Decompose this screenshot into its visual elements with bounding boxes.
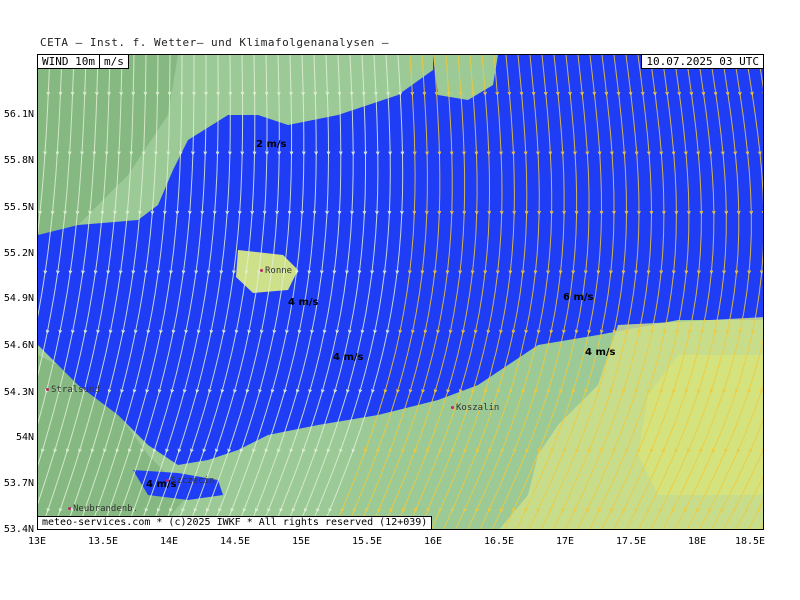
- lat-tick: 55.5N: [3, 202, 34, 213]
- lon-tick: 16E: [423, 536, 443, 547]
- map-datetime: 10.07.2025 03 UTC: [641, 55, 763, 69]
- lat-tick: 55.2N: [3, 248, 34, 259]
- speed-label: 6 m/s: [563, 292, 594, 303]
- lon-tick: 15.5E: [351, 536, 383, 547]
- city-dot-icon: [260, 269, 263, 272]
- city-dot-icon: [68, 507, 71, 510]
- city-szczecin: Szczecin: [166, 476, 214, 486]
- speed-label: 4 m/s: [585, 347, 616, 358]
- lon-tick: 18.5E: [734, 536, 766, 547]
- city-koszalin: Koszalin: [451, 403, 499, 413]
- lon-tick: 18E: [687, 536, 707, 547]
- wind-map-canvas: [38, 55, 763, 529]
- lon-tick: 13.5E: [87, 536, 119, 547]
- lat-tick: 53.4N: [3, 524, 34, 535]
- city-ronne: Ronne: [260, 266, 292, 276]
- map-header-title: CETA — Inst. f. Wetter— und Klimafolgena…: [40, 36, 390, 49]
- city-neubrandenburg: Neubrandenb.: [68, 504, 138, 514]
- lon-tick: 15E: [291, 536, 311, 547]
- city-dot-icon: [166, 479, 169, 482]
- speed-label: 4 m/s: [288, 297, 319, 308]
- lat-tick: 54.6N: [3, 340, 34, 351]
- lat-tick: 54.9N: [3, 293, 34, 304]
- lon-tick: 14E: [159, 536, 179, 547]
- lon-tick: 17.5E: [615, 536, 647, 547]
- field-label: WIND 10m m/s: [38, 55, 129, 69]
- lat-tick: 55.8N: [3, 155, 34, 166]
- city-dot-icon: [451, 406, 454, 409]
- city-stralsund: Stralsund: [46, 385, 100, 395]
- streamline-arrow-icon: [761, 448, 763, 453]
- lat-tick: 56.1N: [3, 109, 34, 120]
- lon-tick: 14.5E: [219, 536, 251, 547]
- lat-tick: 54.3N: [3, 387, 34, 398]
- lon-tick: 13E: [27, 536, 47, 547]
- copyright-footer: meteo-services.com * (c)2025 IWKF * All …: [38, 516, 433, 529]
- wind-map: WIND 10m m/s 10.07.2025 03 UTC meteo-serv…: [37, 54, 764, 530]
- city-dot-icon: [46, 388, 49, 391]
- lat-tick: 54N: [15, 432, 34, 443]
- speed-label: 2 m/s: [256, 139, 287, 150]
- lat-tick: 53.7N: [3, 478, 34, 489]
- field-unit: m/s: [98, 55, 124, 68]
- speed-label: 4 m/s: [333, 352, 364, 363]
- field-name: WIND 10m: [42, 55, 95, 68]
- lon-tick: 17E: [555, 536, 575, 547]
- lon-tick: 16.5E: [483, 536, 515, 547]
